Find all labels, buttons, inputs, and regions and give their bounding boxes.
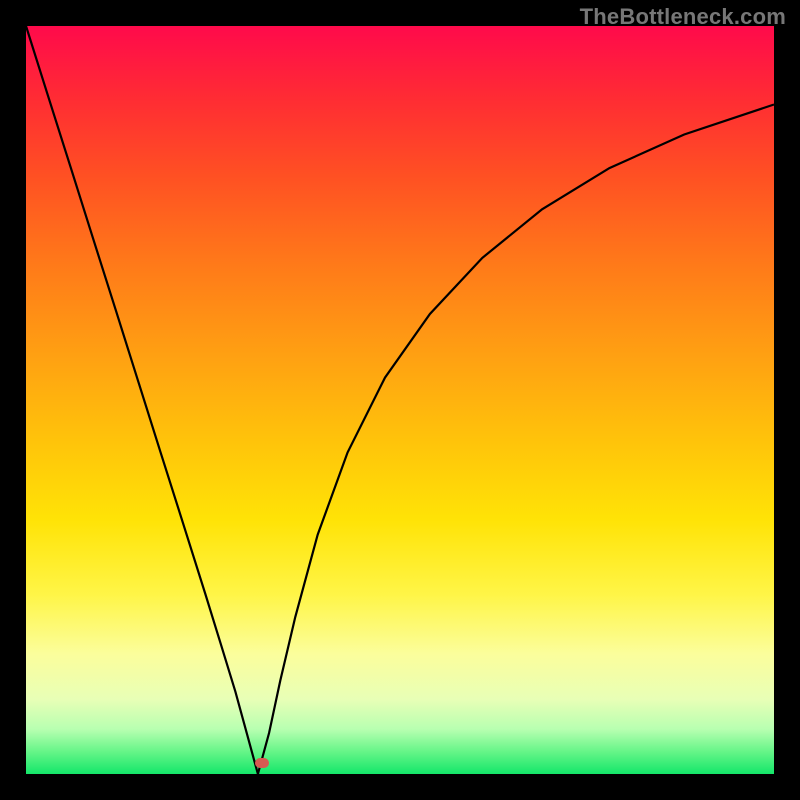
optimum-marker: [255, 758, 269, 768]
plot-area: [26, 26, 774, 774]
curve-path: [26, 26, 774, 774]
chart-frame: TheBottleneck.com: [0, 0, 800, 800]
bottleneck-curve: [26, 26, 774, 774]
